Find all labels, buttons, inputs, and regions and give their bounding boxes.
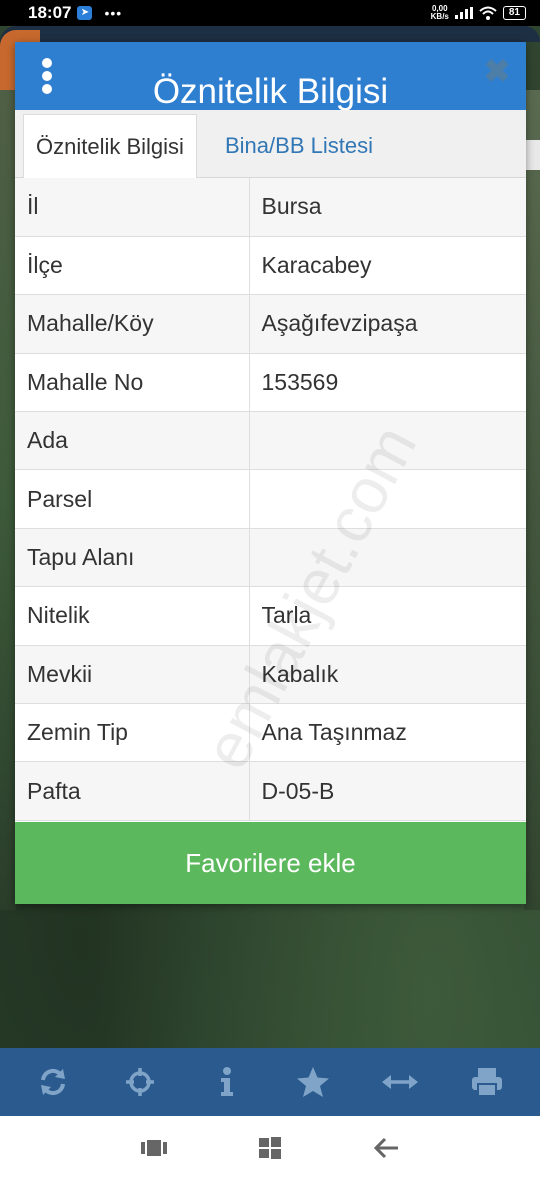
row-value <box>249 469 526 529</box>
measure-arrows-icon[interactable] <box>378 1060 422 1104</box>
tab-attribute-info[interactable]: Öznitelik Bilgisi <box>23 114 197 178</box>
row-key: Ada <box>15 411 250 471</box>
print-icon[interactable] <box>465 1060 509 1104</box>
table-row: Pafta D-05-B <box>15 761 526 821</box>
map-toolbar <box>0 1048 540 1116</box>
row-key: Mahalle/Köy <box>15 294 250 354</box>
back-icon[interactable] <box>372 1134 400 1162</box>
table-row: Mahalle/Köy Aşağıfevzipaşa <box>15 294 526 354</box>
row-key: Pafta <box>15 761 250 821</box>
row-value: Kabalık <box>249 645 526 705</box>
locate-crosshair-icon[interactable] <box>118 1060 162 1104</box>
attribute-table: İl Bursa İlçe Karacabey Mahalle/Köy Aşağ… <box>15 178 526 821</box>
status-right: 0,00 KB/s 81 <box>431 5 526 21</box>
network-speed-unit: KB/s <box>430 12 449 21</box>
row-value: D-05-B <box>249 761 526 821</box>
row-value: Tarla <box>249 586 526 646</box>
table-row: Zemin Tip Ana Taşınmaz <box>15 703 526 763</box>
recent-apps-icon[interactable] <box>140 1134 168 1162</box>
map-edge-left <box>0 90 16 910</box>
map-edge-right <box>524 90 540 910</box>
row-key: Mevkii <box>15 645 250 705</box>
attribute-dialog: Öznitelik Bilgisi ✖ Öznitelik Bilgisi Bi… <box>15 42 526 904</box>
star-icon[interactable] <box>291 1060 335 1104</box>
close-icon[interactable]: ✖ <box>482 55 512 87</box>
table-row: Nitelik Tarla <box>15 586 526 646</box>
status-time: 18:07 <box>28 3 72 22</box>
row-key: Mahalle No <box>15 353 250 413</box>
row-value: Ana Taşınmaz <box>249 703 526 763</box>
row-key: Tapu Alanı <box>15 528 250 588</box>
add-to-favorites-button[interactable]: Favorilere ekle <box>15 822 526 904</box>
info-icon[interactable] <box>205 1060 249 1104</box>
tab-building-list[interactable]: Bina/BB Listesi <box>213 114 385 178</box>
row-key: İlçe <box>15 236 250 296</box>
status-bar: 18:07 ➤ ••• 0,00 KB/s 81 <box>0 0 540 26</box>
dialog-title: Öznitelik Bilgisi <box>152 72 389 111</box>
row-value <box>249 528 526 588</box>
network-speed: 0,00 KB/s <box>431 5 449 21</box>
map-side-button[interactable] <box>524 140 540 170</box>
table-row: Parsel <box>15 469 526 529</box>
row-key: Zemin Tip <box>15 703 250 763</box>
table-row: İl Bursa <box>15 178 526 237</box>
map-top-bar <box>0 26 540 42</box>
table-row: İlçe Karacabey <box>15 236 526 296</box>
table-row: Tapu Alanı <box>15 528 526 588</box>
row-value: Karacabey <box>249 236 526 296</box>
row-key: Parsel <box>15 469 250 529</box>
app-notification-icon: ➤ <box>77 6 93 20</box>
wifi-icon <box>479 6 497 20</box>
signal-icon <box>454 7 473 19</box>
dialog-header: Öznitelik Bilgisi ✖ <box>15 42 526 111</box>
row-value <box>249 411 526 471</box>
dialog-tabs: Öznitelik Bilgisi Bina/BB Listesi <box>15 110 526 178</box>
row-value: Aşağıfevzipaşa <box>249 294 526 354</box>
system-nav-bar <box>0 1116 540 1180</box>
row-value: Bursa <box>249 178 526 237</box>
row-key: Nitelik <box>15 586 250 646</box>
row-value: 153569 <box>249 353 526 413</box>
battery-icon: 81 <box>502 6 526 20</box>
home-icon[interactable] <box>256 1134 284 1162</box>
table-row: Mevkii Kabalık <box>15 645 526 705</box>
refresh-icon[interactable] <box>31 1060 75 1104</box>
table-row: Mahalle No 153569 <box>15 353 526 413</box>
table-row: Ada <box>15 411 526 471</box>
more-notifications-icon: ••• <box>104 5 123 21</box>
row-key: İl <box>15 178 250 237</box>
